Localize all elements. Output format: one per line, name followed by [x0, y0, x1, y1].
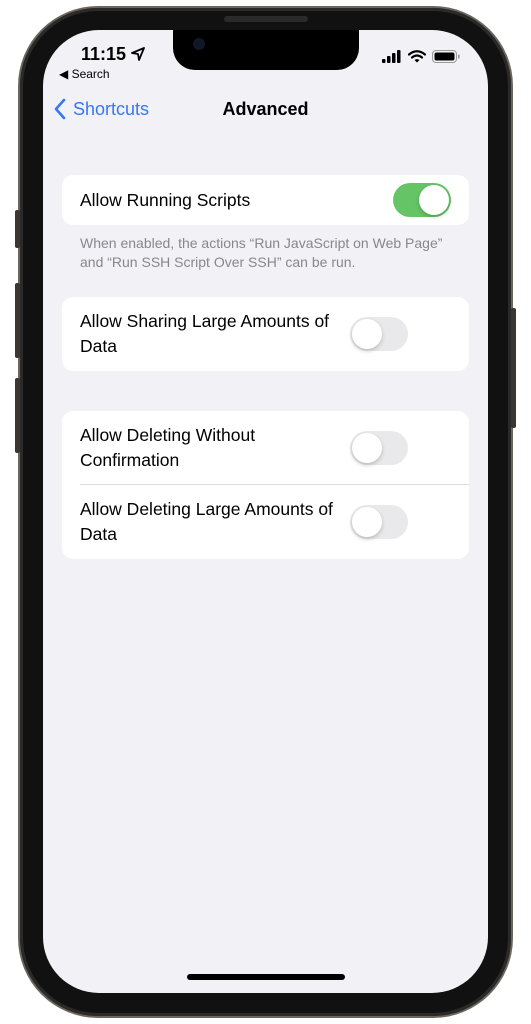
- notch: [173, 30, 359, 70]
- back-to-app-link[interactable]: ◀ Search: [59, 67, 110, 81]
- battery-icon: [432, 50, 460, 63]
- allow-sharing-large-data-row: Allow Sharing Large Amounts of Data: [62, 297, 469, 371]
- screen: 11:15 ◀ Search Shortcuts Advanced Allow …: [43, 30, 488, 993]
- page-title: Advanced: [222, 99, 309, 119]
- scripts-footnote: When enabled, the actions “Run JavaScrip…: [80, 235, 443, 270]
- row-label: Allow Sharing Large Amounts of Data: [80, 311, 330, 356]
- allow-deleting-without-confirmation-row: Allow Deleting Without Confirmation: [62, 411, 469, 485]
- row-label: Allow Running Scripts: [80, 189, 251, 210]
- allow-deleting-large-data-row: Allow Deleting Large Amounts of Data: [62, 485, 469, 559]
- toggle-knob: [352, 433, 382, 463]
- scripts-group: Allow Running Scripts: [62, 175, 469, 225]
- home-indicator[interactable]: [187, 974, 345, 980]
- allow-deleting-without-confirmation-toggle[interactable]: [350, 431, 408, 465]
- allow-running-scripts-row: Allow Running Scripts: [62, 175, 469, 225]
- toggle-knob: [352, 507, 382, 537]
- sharing-group: Allow Sharing Large Amounts of Data: [62, 297, 469, 371]
- deleting-group: Allow Deleting Without Confirmation Allo…: [62, 411, 469, 559]
- row-label: Allow Deleting Large Amounts of Data: [80, 499, 333, 544]
- row-label: Allow Deleting Without Confirmation: [80, 425, 256, 470]
- allow-running-scripts-toggle[interactable]: [393, 183, 451, 217]
- navigation-bar: Shortcuts Advanced: [43, 98, 488, 122]
- time-text: 11:15: [81, 44, 127, 64]
- toggle-knob: [419, 185, 449, 215]
- allow-sharing-large-data-toggle[interactable]: [350, 317, 408, 351]
- volume-up-button: [15, 283, 20, 358]
- power-button: [511, 308, 516, 428]
- volume-down-button: [15, 378, 20, 453]
- silent-switch: [15, 210, 20, 248]
- speaker-grille: [224, 16, 308, 22]
- status-time: 11:15: [81, 44, 145, 65]
- wifi-icon: [408, 50, 426, 63]
- toggle-knob: [352, 319, 382, 349]
- cellular-signal-icon: [382, 50, 401, 63]
- location-arrow-icon: [131, 47, 145, 61]
- allow-deleting-large-data-toggle[interactable]: [350, 505, 408, 539]
- camera: [193, 38, 205, 50]
- status-icons: [382, 50, 460, 63]
